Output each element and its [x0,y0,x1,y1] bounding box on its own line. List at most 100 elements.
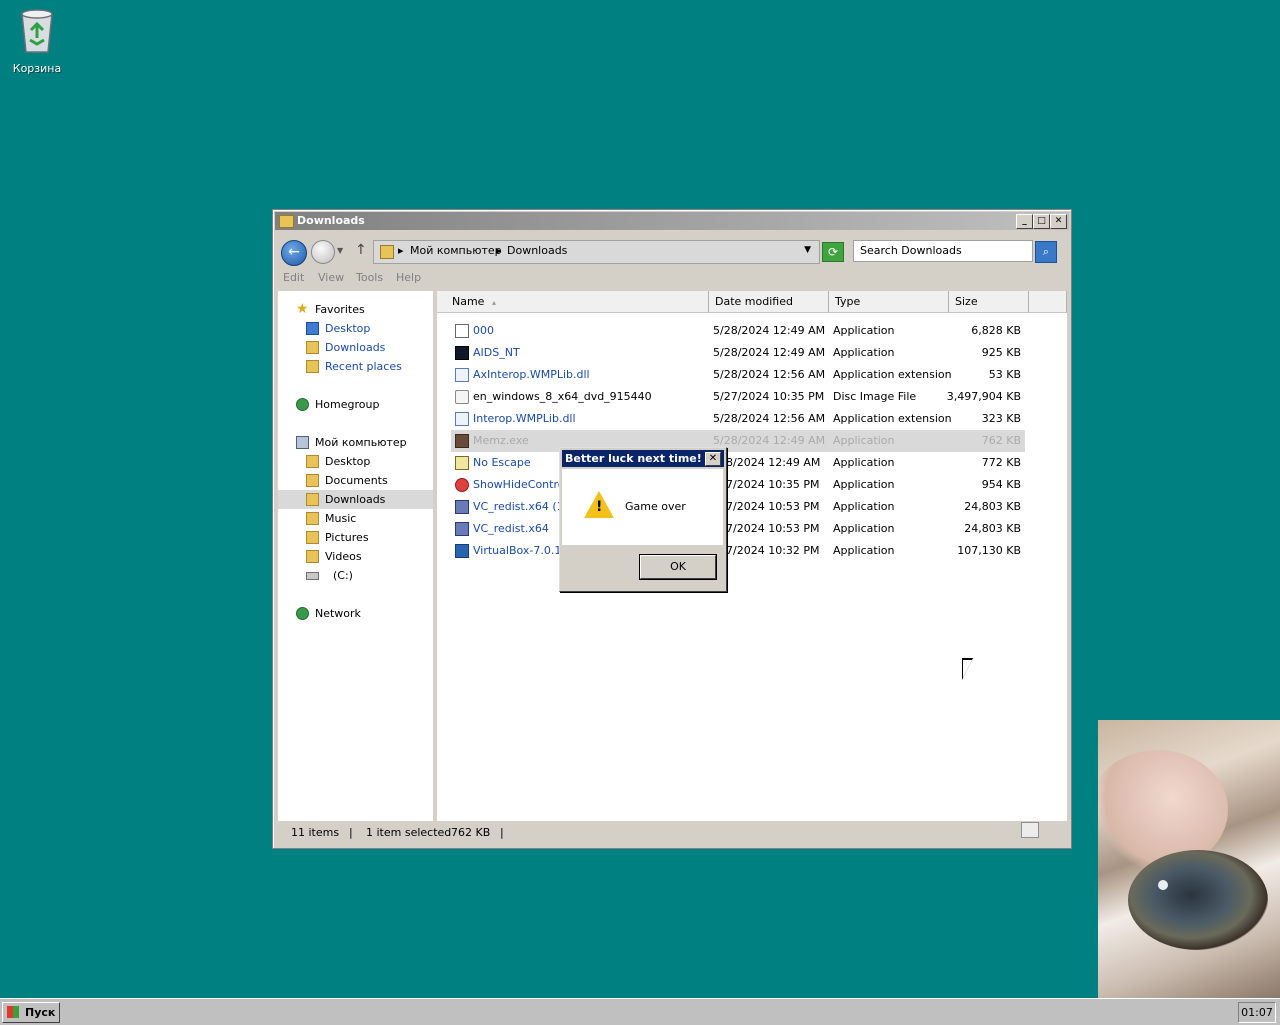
file-row[interactable]: VC_redist.x64 (1) 27/2024 10:53 PM Appli… [451,496,1025,518]
column-name-label: Name [452,295,485,308]
file-row[interactable]: AxInterop.WMPLib.dll 5/28/2024 12:56 AM … [451,364,1025,386]
status-item-count: 11 items [291,826,340,839]
nav-pc-documents-label: Documents [325,474,388,487]
folder-icon [306,512,319,525]
maximize-button[interactable]: □ [1033,214,1050,229]
nav-pc-pictures-label: Pictures [325,531,369,544]
file-type: Application [833,456,895,469]
refresh-button[interactable]: ⟳ [822,242,844,262]
details-view-icon[interactable] [1021,822,1039,838]
nav-pc-music[interactable]: Music [278,509,433,528]
address-dropdown-icon[interactable]: ▼ [804,245,811,255]
column-header-extra [1029,291,1067,313]
folder-icon [306,474,319,487]
menu-view[interactable]: View [318,271,344,284]
search-input[interactable]: Search Downloads [853,240,1033,262]
file-row[interactable]: 000 5/28/2024 12:49 AM Application 6,828… [451,320,1025,342]
file-row[interactable]: No Escape 28/2024 12:49 AM Application 7… [451,452,1025,474]
desktop-icon [306,322,319,335]
minimize-button[interactable]: _ [1016,214,1033,229]
file-size: 107,130 KB [957,544,1021,557]
cat-eye-glint [1158,880,1168,890]
up-arrow-icon[interactable]: ↑ [355,242,367,258]
warning-exclamation: ! [596,499,603,515]
nav-favorites-label: Favorites [315,303,365,316]
menu-edit[interactable]: Edit [283,271,304,284]
file-row[interactable]: AIDS_NT 5/28/2024 12:49 AM Application 9… [451,342,1025,364]
search-button[interactable]: ⌕ [1035,241,1057,263]
nav-pc-pictures[interactable]: Pictures [278,528,433,547]
window-titlebar[interactable]: Downloads _ □ ✕ [275,212,1069,230]
nav-homegroup-label: Homegroup [315,398,380,411]
address-toolbar: ← ▼ ↑ ▸ Мой компьютер ▸ Downloads ▼ ⟳ Se… [275,232,1069,266]
column-header-size[interactable]: Size [949,291,1029,313]
nav-network[interactable]: Network [278,604,433,623]
file-type: Application [833,434,895,447]
file-row[interactable]: VirtualBox-7.0.18- 27/2024 10:32 PM Appl… [451,540,1025,562]
window-title: Downloads [297,214,365,227]
start-button[interactable]: Пуск [2,1002,60,1023]
status-selected: 1 item selected [366,826,452,839]
homegroup-icon [296,398,309,411]
back-arrow-icon: ← [288,244,300,260]
back-button[interactable]: ← [281,240,307,266]
address-bar[interactable]: ▸ Мой компьютер ▸ Downloads ▼ [373,240,820,264]
windows-logo-icon [7,1006,19,1018]
file-row[interactable]: Interop.WMPLib.dll 5/28/2024 12:56 AM Ap… [451,408,1025,430]
nav-fav-desktop[interactable]: Desktop [278,319,433,338]
forward-button[interactable] [311,240,335,264]
breadcrumb-separator-icon[interactable]: ▸ [398,244,404,257]
column-header-name[interactable]: Name ▴ [437,291,709,313]
menu-tools[interactable]: Tools [356,271,383,284]
folder-icon [380,245,394,259]
taskbar-clock[interactable]: 01:07 [1238,1002,1276,1023]
column-header-type[interactable]: Type [829,291,949,313]
recent-places-icon [306,360,319,373]
red-circle-icon [455,478,469,492]
nav-pc-videos-label: Videos [325,550,362,563]
nav-pc-drive-c[interactable]: (C:) [278,566,433,585]
installer-icon [455,500,469,514]
status-selected-size: 762 KB [451,826,491,839]
file-date: 28/2024 12:49 AM [719,456,821,469]
menu-help[interactable]: Help [396,271,421,284]
column-header-date[interactable]: Date modified [709,291,829,313]
nav-pc-downloads[interactable]: Downloads [278,490,433,509]
dialog-titlebar[interactable]: Better luck next time! ✕ [562,450,724,467]
nav-pc-desktop[interactable]: Desktop [278,452,433,471]
game-over-dialog: Better luck next time! ✕ ! Game over OK [559,447,727,592]
dialog-close-button[interactable]: ✕ [705,452,721,466]
nav-favorites[interactable]: ★ Favorites [278,300,433,319]
nav-fav-downloads[interactable]: Downloads [278,338,433,357]
sort-arrow-icon: ▴ [491,298,496,307]
close-button[interactable]: ✕ [1050,214,1067,229]
recycle-bin-desktop-icon[interactable]: Корзина [8,6,66,75]
nav-pc-documents[interactable]: Documents [278,471,433,490]
mouse-cursor-icon [963,660,972,678]
breadcrumb-computer[interactable]: Мой компьютер [410,244,502,257]
preview-view-icon[interactable] [1044,822,1062,838]
nav-pc-videos[interactable]: Videos [278,547,433,566]
file-row[interactable]: en_windows_8_x64_dvd_915440 5/27/2024 10… [451,386,1025,408]
breadcrumb-downloads[interactable]: Downloads [507,244,567,257]
history-dropdown-icon[interactable]: ▼ [337,246,343,255]
file-size: 24,803 KB [964,522,1021,535]
nav-fav-recent[interactable]: Recent places [278,357,433,376]
nav-homegroup[interactable]: Homegroup [278,395,433,414]
disc-image-icon [455,390,469,404]
file-name: 000 [473,324,494,337]
file-row[interactable]: ShowHideControls 27/2024 10:35 PM Applic… [451,474,1025,496]
ok-button[interactable]: OK [640,555,716,579]
file-size: 53 KB [988,368,1021,381]
dll-icon [455,412,469,426]
file-row[interactable]: VC_redist.x64 27/2024 10:53 PM Applicati… [451,518,1025,540]
file-row-selected[interactable]: Memz.exe 5/28/2024 12:49 AM Application … [451,430,1025,452]
file-type: Application [833,478,895,491]
file-date: 5/28/2024 12:49 AM [713,346,826,359]
breadcrumb-separator-icon[interactable]: ▸ [496,244,502,257]
file-name: AIDS_NT [473,346,520,359]
file-list: Name ▴ Date modified Type Size 000 5/28/… [437,291,1067,821]
installer-icon [455,522,469,536]
file-date: 27/2024 10:35 PM [719,478,820,491]
nav-computer[interactable]: Мой компьютер [278,433,433,452]
